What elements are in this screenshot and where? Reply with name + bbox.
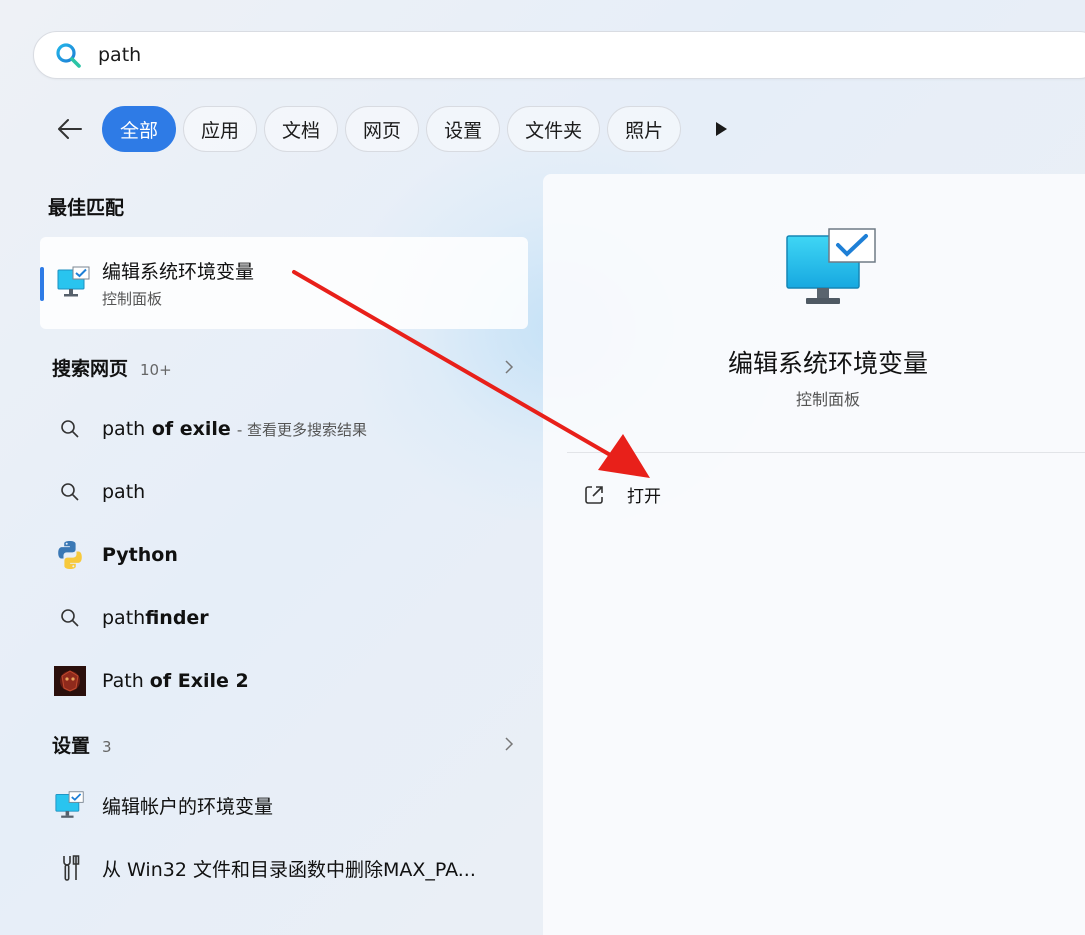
result-subtext: - 查看更多搜索结果 xyxy=(236,420,367,439)
play-right-icon xyxy=(716,122,728,136)
settings-chevron-right-icon[interactable] xyxy=(500,735,518,753)
result-text: path xyxy=(102,481,146,503)
web-search-heading-text: 搜索网页 xyxy=(52,358,129,380)
back-button[interactable] xyxy=(52,106,88,152)
detail-subtitle: 控制面板 xyxy=(795,390,860,409)
best-match-card[interactable]: 编辑系统环境变量 控制面板 xyxy=(40,237,528,329)
wrench-icon xyxy=(52,850,88,886)
result-text: path xyxy=(102,607,146,629)
settings-heading[interactable]: 设置 3 xyxy=(52,731,112,758)
monitor-check-icon xyxy=(52,787,88,823)
result-text-match: of Exile 2 xyxy=(149,670,249,692)
settings-count: 3 xyxy=(102,738,112,756)
back-arrow-icon xyxy=(58,119,82,139)
best-match-subtitle: 控制面板 xyxy=(102,290,163,308)
more-filters-button[interactable] xyxy=(706,106,736,152)
result-text: path xyxy=(102,418,146,440)
filter-folders[interactable]: 文件夹 xyxy=(507,106,601,152)
filter-web[interactable]: 网页 xyxy=(345,106,420,152)
best-match-title: 编辑系统环境变量 xyxy=(102,261,255,283)
filter-all[interactable]: 全部 xyxy=(102,106,177,152)
best-match-heading: 最佳匹配 xyxy=(48,193,124,220)
search-icon xyxy=(52,411,88,447)
result-text-match: of exile xyxy=(145,418,231,440)
filter-settings[interactable]: 设置 xyxy=(426,106,501,152)
search-input[interactable] xyxy=(98,44,898,66)
list-item-user-env-vars[interactable]: 编辑帐户的环境变量 xyxy=(52,785,273,825)
monitor-check-icon xyxy=(57,266,90,297)
filter-row: 全部 应用 文档 网页 设置 文件夹 照片 xyxy=(52,106,736,152)
result-text: Path xyxy=(102,670,150,692)
list-item-max-path[interactable]: 从 Win32 文件和目录函数中删除MAX_PA... xyxy=(52,848,476,888)
poe2-icon xyxy=(52,663,88,699)
monitor-check-icon xyxy=(786,228,876,304)
open-external-icon xyxy=(585,485,603,504)
detail-title: 编辑系统环境变量 xyxy=(727,349,928,378)
filter-apps[interactable]: 应用 xyxy=(183,106,258,152)
search-icon xyxy=(52,600,88,636)
detail-pane: 编辑系统环境变量 控制面板 打开 xyxy=(543,174,1085,935)
web-search-count: 10+ xyxy=(140,361,172,379)
settings-heading-text: 设置 xyxy=(52,735,91,757)
python-icon xyxy=(52,537,88,573)
result-text-match: finder xyxy=(145,607,209,629)
selection-indicator xyxy=(40,267,44,301)
open-action-label: 打开 xyxy=(627,487,661,507)
list-item-path-of-exile-2[interactable]: Path of Exile 2 xyxy=(52,661,249,701)
filter-documents[interactable]: 文档 xyxy=(264,106,339,152)
list-item-web-path[interactable]: path xyxy=(52,472,145,512)
open-action[interactable]: 打开 xyxy=(583,482,661,507)
search-icon xyxy=(52,474,88,510)
web-chevron-right-icon[interactable] xyxy=(500,358,518,376)
list-item-python[interactable]: Python xyxy=(52,535,178,575)
search-icon xyxy=(56,43,81,68)
best-match-heading-text: 最佳匹配 xyxy=(48,197,125,219)
list-item-pathfinder[interactable]: path finder xyxy=(52,598,209,638)
divider xyxy=(567,452,1085,453)
search-bar[interactable] xyxy=(33,31,1085,79)
web-search-heading[interactable]: 搜索网页 10+ xyxy=(52,354,172,381)
result-text: Python xyxy=(102,544,178,566)
result-text: 编辑帐户的环境变量 xyxy=(102,795,274,818)
filter-photos[interactable]: 照片 xyxy=(607,106,682,152)
result-text: 从 Win32 文件和目录函数中删除MAX_PA... xyxy=(102,858,476,881)
list-item-web-path-of-exile[interactable]: path of exile - 查看更多搜索结果 xyxy=(52,409,367,449)
